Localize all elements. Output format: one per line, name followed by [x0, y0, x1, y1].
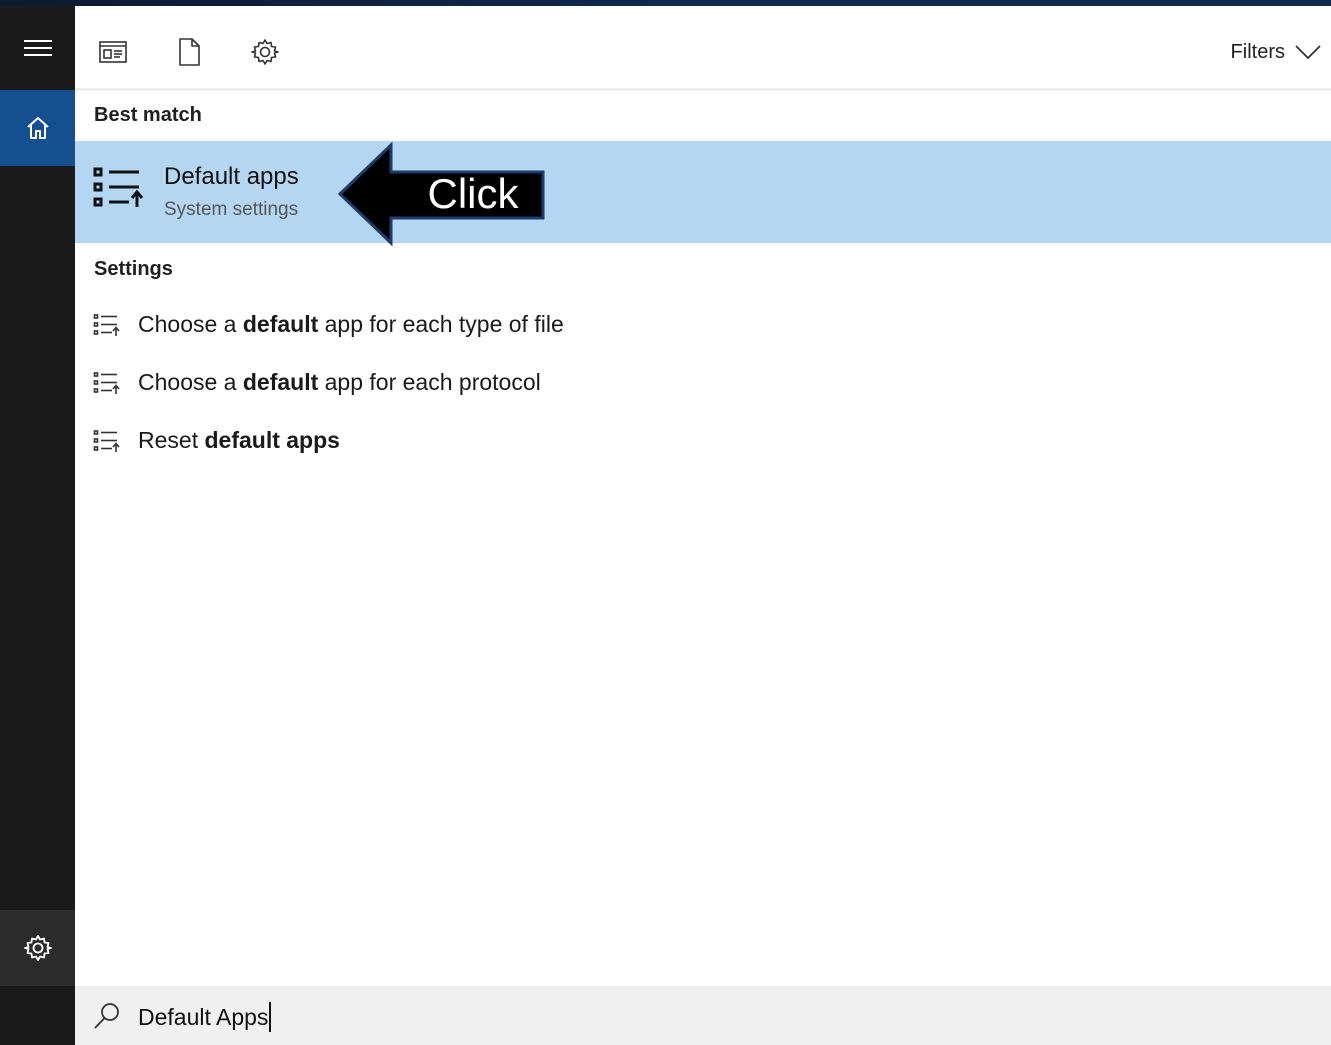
search-icon — [94, 1003, 119, 1029]
document-icon — [179, 38, 200, 66]
best-match-default-apps[interactable]: Default apps System settings — [75, 141, 1331, 243]
search-input-value: Default Apps — [138, 1003, 269, 1030]
search-input[interactable]: Default Apps — [138, 1000, 272, 1034]
best-match-heading: Best match — [94, 104, 202, 126]
setting-result-reset[interactable]: Reset default apps — [75, 414, 1331, 468]
hamburger-icon — [23, 40, 52, 56]
apps-icon — [99, 41, 127, 63]
setting-result-protocols[interactable]: Choose a default app for each protocol — [75, 356, 1331, 410]
settings-heading: Settings — [94, 258, 173, 280]
documents-filter-button[interactable] — [169, 32, 209, 72]
gear-icon — [23, 935, 52, 961]
home-icon — [26, 117, 49, 139]
search-window: Filters Best match Default apps System s… — [0, 0, 1331, 1045]
apps-filter-button[interactable] — [93, 32, 133, 72]
settings-filter-button[interactable] — [245, 32, 285, 72]
best-match-title: Default apps — [164, 163, 299, 190]
best-match-subtitle: System settings — [164, 199, 299, 220]
setting-result-label: Choose a default app for each protocol — [138, 369, 541, 395]
setting-result-label: Choose a default app for each type of fi… — [138, 311, 564, 337]
settings-button[interactable] — [0, 910, 75, 986]
filters-dropdown[interactable]: Filters — [1231, 34, 1321, 70]
chevron-down-icon — [1295, 45, 1321, 60]
text-caret — [269, 1002, 272, 1032]
setting-result-file-types[interactable]: Choose a default app for each type of fi… — [75, 298, 1331, 352]
list-settings-icon — [93, 430, 120, 452]
setting-result-label: Reset default apps — [138, 427, 340, 453]
filter-toolbar: Filters — [75, 6, 1331, 91]
list-settings-icon — [93, 372, 120, 394]
left-rail — [0, 6, 75, 1045]
search-box[interactable]: Default Apps — [75, 986, 1331, 1045]
click-callout: Click — [338, 142, 546, 246]
search-results-panel: Filters Best match Default apps System s… — [75, 6, 1331, 1045]
default-apps-icon — [93, 167, 144, 207]
filters-label: Filters — [1230, 40, 1285, 63]
callout-text: Click — [427, 170, 519, 217]
menu-button[interactable] — [0, 6, 75, 90]
list-settings-icon — [93, 314, 120, 336]
home-button[interactable] — [0, 90, 75, 166]
gear-icon — [251, 39, 279, 65]
